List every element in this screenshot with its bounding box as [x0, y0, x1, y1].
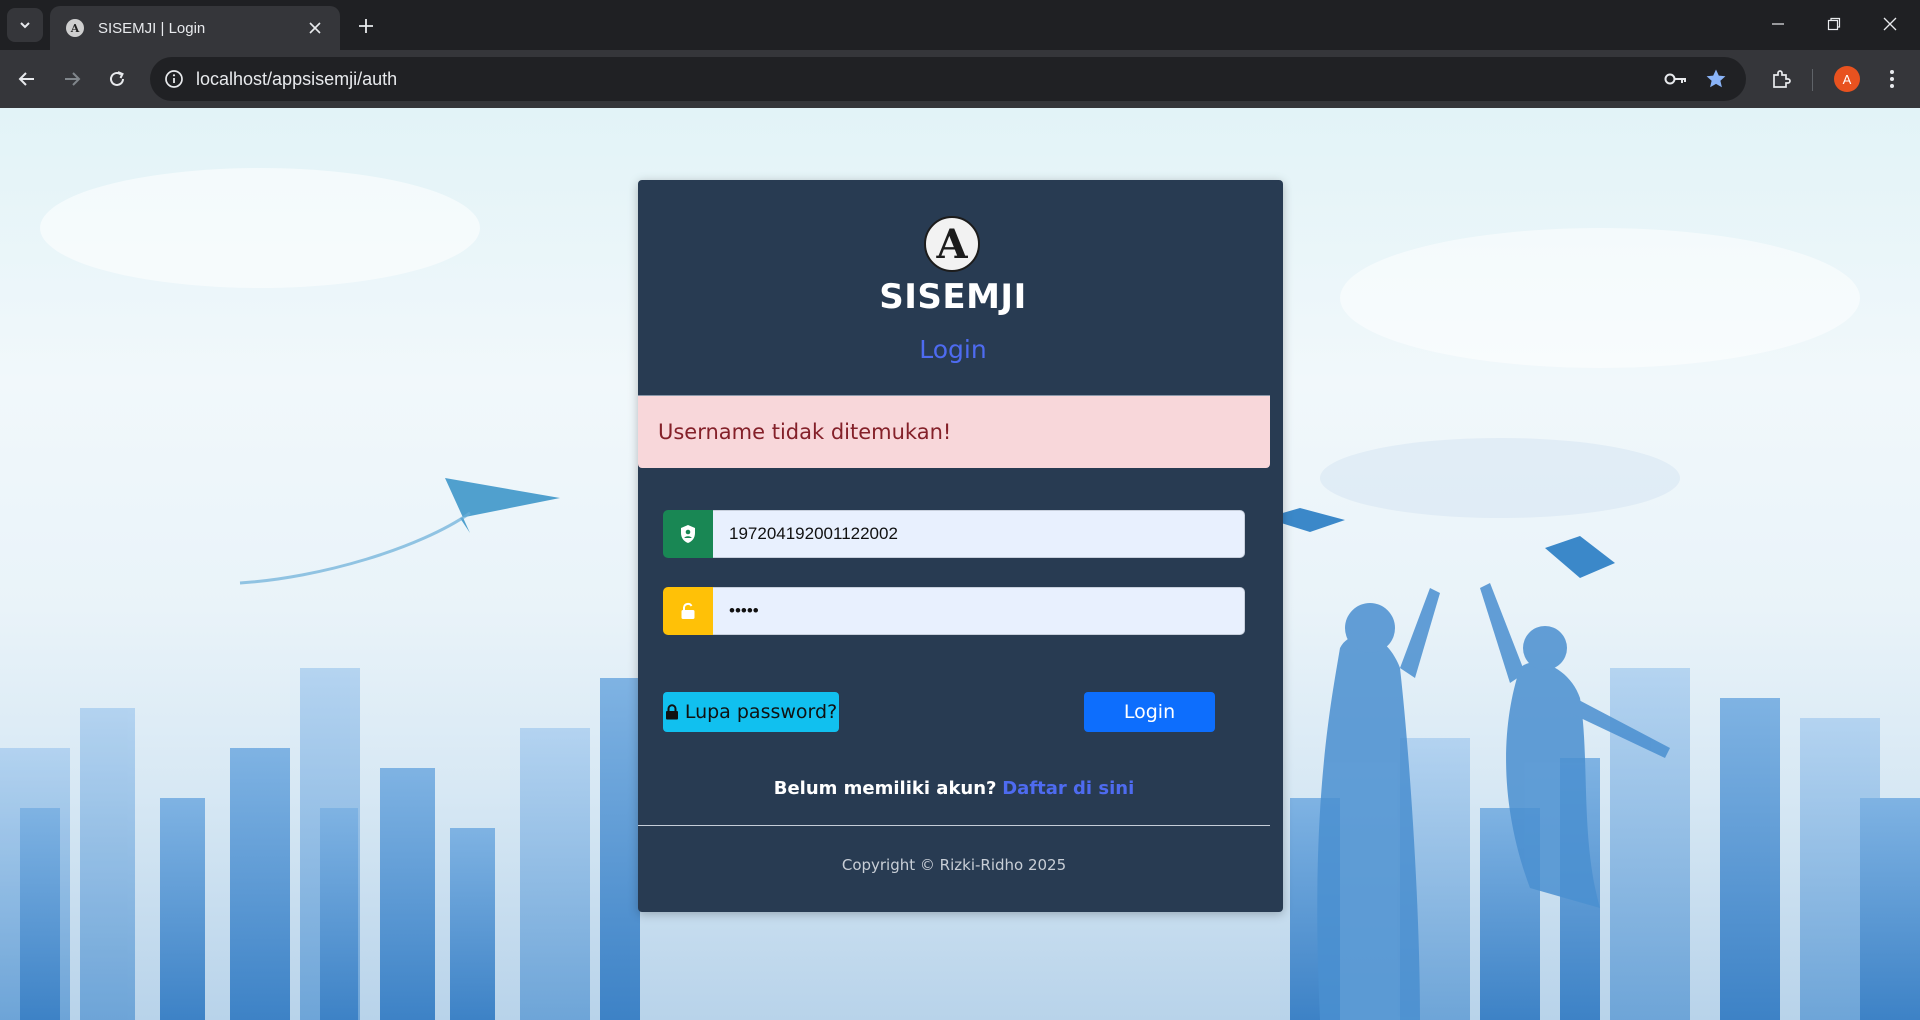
password-field[interactable]: ••••• — [713, 587, 1245, 635]
new-tab-button[interactable] — [352, 12, 380, 40]
bookmark-button[interactable] — [1696, 59, 1736, 99]
unlock-icon — [681, 602, 695, 619]
forgot-password-button[interactable]: Lupa password? — [663, 692, 839, 732]
tab-search-button[interactable] — [7, 8, 43, 42]
tab-title: SISEMJI | Login — [98, 19, 206, 37]
username-value: 197204192001122002 — [729, 524, 898, 543]
tab-close-button[interactable] — [304, 17, 326, 39]
footer-divider — [638, 825, 1270, 826]
site-info-button[interactable] — [154, 59, 194, 99]
key-icon — [1664, 73, 1686, 85]
address-bar[interactable]: localhost/appsisemji/auth — [150, 57, 1746, 101]
login-button[interactable]: Login — [1084, 692, 1215, 732]
password-manager-button[interactable] — [1656, 59, 1696, 99]
error-alert: Username tidak ditemukan! — [638, 396, 1270, 468]
browser-tab-strip: A SISEMJI | Login — [0, 0, 1920, 50]
username-field[interactable]: 197204192001122002 — [713, 510, 1245, 558]
extensions-button[interactable] — [1763, 61, 1799, 97]
error-alert-text: Username tidak ditemukan! — [658, 420, 952, 444]
username-icon-addon — [663, 510, 713, 558]
reload-button[interactable] — [99, 61, 135, 97]
info-icon — [165, 70, 183, 88]
username-input-group: 197204192001122002 — [663, 510, 1245, 558]
forward-button[interactable] — [54, 61, 90, 97]
login-card: A SISEMJI Login Username tidak ditemukan… — [638, 180, 1283, 912]
close-icon — [1883, 17, 1897, 31]
app-logo: A — [924, 216, 980, 272]
password-icon-addon — [663, 587, 713, 635]
password-input-group: ••••• — [663, 587, 1245, 635]
puzzle-icon — [1773, 70, 1791, 88]
register-prompt: Belum memiliki akun? Daftar di sini — [638, 778, 1270, 799]
chevron-down-icon — [20, 22, 30, 29]
url-text[interactable]: localhost/appsisemji/auth — [196, 69, 1656, 90]
minimize-button[interactable] — [1750, 0, 1806, 48]
close-icon — [309, 22, 321, 34]
lock-icon — [665, 704, 679, 720]
login-button-label: Login — [1123, 701, 1176, 723]
register-link[interactable]: Daftar di sini — [1002, 778, 1134, 799]
restore-icon — [1827, 17, 1841, 31]
arrow-right-icon — [65, 72, 81, 86]
plus-icon — [359, 19, 373, 33]
kebab-menu-icon — [1890, 70, 1894, 88]
browser-tab-active[interactable]: A SISEMJI | Login — [50, 6, 340, 50]
browser-menu-button[interactable] — [1874, 61, 1910, 97]
minimize-icon — [1772, 23, 1784, 25]
page-viewport: A SISEMJI Login Username tidak ditemukan… — [0, 108, 1920, 1020]
avatar: A — [1834, 66, 1860, 92]
page-title: Login — [919, 335, 987, 364]
forgot-password-label: Lupa password? — [684, 701, 838, 723]
register-question: Belum memiliki akun? — [773, 778, 997, 799]
reload-icon — [110, 71, 124, 86]
restore-button[interactable] — [1806, 0, 1862, 48]
star-icon — [1706, 69, 1726, 88]
browser-toolbar: localhost/appsisemji/auth A — [0, 50, 1920, 108]
password-masked-value: ••••• — [729, 601, 759, 620]
tab-favicon-icon: A — [66, 19, 84, 37]
close-window-button[interactable] — [1862, 0, 1918, 48]
app-brand-title: SISEMJI — [879, 277, 1027, 317]
arrow-left-icon — [18, 72, 34, 86]
toolbar-separator — [1812, 69, 1813, 91]
back-button[interactable] — [9, 61, 45, 97]
copyright-text: Copyright © Rizki-Ridho 2025 — [841, 856, 1067, 874]
logo-letter: A — [936, 220, 968, 268]
person-badge-icon — [681, 525, 695, 543]
profile-button[interactable]: A — [1829, 61, 1865, 97]
